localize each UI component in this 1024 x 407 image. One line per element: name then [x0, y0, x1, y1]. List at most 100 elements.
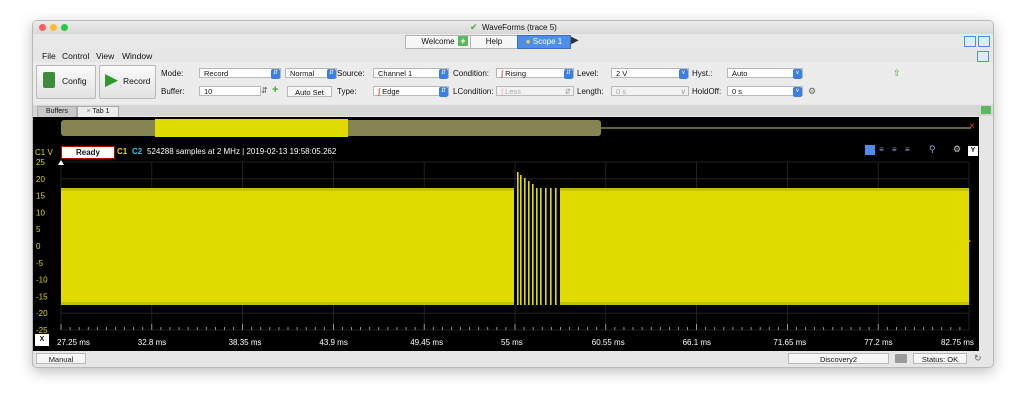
- buffer-value: 10: [204, 87, 213, 96]
- settings-gear-icon[interactable]: ⚙: [953, 144, 961, 155]
- layout-split-icon[interactable]: [978, 36, 990, 47]
- record-play-icon: ▶: [105, 70, 119, 89]
- align-right-icon[interactable]: ≡: [905, 145, 910, 154]
- chevron-down-icon: ∨: [680, 87, 687, 96]
- type-select[interactable]: ∫ Edge ⇵: [373, 86, 449, 97]
- scope-icon: ●: [525, 37, 531, 46]
- trigger-mode-select[interactable]: Normal ⇵: [285, 68, 337, 79]
- menu-control[interactable]: Control: [62, 51, 89, 61]
- y-tick-label: -20: [36, 309, 48, 318]
- menu-file[interactable]: File: [42, 51, 56, 61]
- edge-icon: ∫: [378, 87, 381, 96]
- x-axis-button[interactable]: X: [35, 334, 49, 346]
- waveforms-logo-icon: ✔: [470, 22, 478, 32]
- buffer-stepper-icon[interactable]: ⇵: [261, 86, 268, 95]
- lcondition-select[interactable]: ∫ Less ⇵: [496, 86, 574, 96]
- zoom-icon[interactable]: ⚲: [929, 144, 936, 155]
- close-window-button[interactable]: [39, 24, 46, 31]
- holdoff-input[interactable]: 0 s ∨: [727, 86, 803, 97]
- burst-pulse: [524, 178, 526, 305]
- cursor-icon[interactable]: [865, 145, 875, 155]
- condition-label: Condition:: [453, 69, 490, 78]
- condition-select[interactable]: ∫ Rising ⇵: [496, 68, 574, 79]
- status-label: Status: OK: [921, 355, 959, 364]
- document-tabs: Welcome + Help ● Scope 1 ▶: [33, 34, 993, 49]
- source-value: Channel 1: [378, 69, 413, 78]
- y-axis-button-label: Y: [970, 147, 976, 154]
- rising-edge-icon: ∫: [501, 69, 504, 78]
- buffer-input[interactable]: 10: [199, 86, 261, 96]
- scope-toolbar: Config ▶ Record Mode: Record ⇵ Buffer: 1…: [33, 62, 993, 104]
- holdoff-label: HoldOff:: [692, 87, 722, 96]
- hyst-input[interactable]: Auto ∨: [727, 68, 803, 79]
- y-tick-label: 0: [36, 242, 41, 251]
- x-tick-label: 38.35 ms: [229, 338, 262, 347]
- acquisition-info: 524288 samples at 2 MHz | 2019-02-13 19:…: [147, 147, 337, 156]
- run-triangle-icon[interactable]: ▶: [571, 35, 579, 46]
- chevron-down-icon: ⇵: [271, 69, 280, 79]
- menu-view[interactable]: View: [96, 51, 114, 61]
- status-indicator: Status: OK: [913, 353, 967, 364]
- y-tick-label: 10: [36, 208, 45, 217]
- x-tick-label: 66.1 ms: [683, 338, 711, 347]
- mode-select[interactable]: Record ⇵: [199, 68, 281, 79]
- manual-trigger-label: Manual Trigger: [48, 355, 74, 367]
- scope-plot[interactable]: × 25 20 15 10 5 0 -5 -10 -15 -20 -25 27.25 ms 32.8 …: [33, 117, 979, 365]
- channel-2-badge[interactable]: C2: [132, 147, 142, 156]
- device-selector[interactable]: Discovery2 SN:210321A7F71E #2: [788, 353, 889, 367]
- panel-tabs: Buffers × Tab 1: [33, 105, 993, 118]
- length-input[interactable]: 0 s ∨: [611, 86, 689, 96]
- chevron-down-icon: ⇵: [564, 87, 571, 96]
- acquisition-status-label: Ready: [75, 148, 100, 157]
- chevron-down-icon: ∨: [679, 69, 688, 79]
- burst-pulse: [550, 188, 552, 305]
- add-tab-plus-icon[interactable]: +: [458, 36, 468, 46]
- trigger-arrow-up-icon[interactable]: ⇧: [893, 68, 901, 79]
- record-label: Record: [123, 76, 151, 86]
- chevron-down-icon: ∨: [793, 69, 802, 79]
- menu-bar: File Control View Window: [33, 50, 993, 62]
- add-buffer-icon[interactable]: +: [272, 84, 278, 96]
- refresh-icon[interactable]: ↻: [974, 353, 982, 364]
- x-tick-label: 43.9 ms: [319, 338, 347, 347]
- chevron-down-icon: ⇵: [439, 87, 448, 97]
- burst-pulse: [517, 172, 519, 305]
- tab-scope-1[interactable]: ● Scope 1: [517, 35, 571, 49]
- layout-icon[interactable]: [964, 36, 976, 47]
- y-tick-label: 5: [36, 225, 41, 234]
- tab-buffers-label: Buffers: [45, 108, 69, 115]
- trigger-position-marker[interactable]: [58, 160, 64, 165]
- level-input[interactable]: 2 V ∨: [611, 68, 689, 79]
- y-tick-label: -5: [36, 259, 44, 268]
- hyst-value: Auto: [732, 69, 748, 78]
- y-axis-button[interactable]: Y: [968, 146, 978, 156]
- lcondition-value: Less: [505, 87, 521, 96]
- zoom-window-button[interactable]: [61, 24, 68, 31]
- side-panel-toggle-icon[interactable]: [981, 106, 991, 114]
- source-select[interactable]: Channel 1 ⇵: [373, 68, 449, 79]
- tab-scope-1-label: Scope 1: [532, 37, 563, 46]
- menu-window[interactable]: Window: [122, 51, 152, 61]
- minimize-window-button[interactable]: [50, 24, 57, 31]
- close-overview-icon[interactable]: ×: [969, 121, 975, 132]
- chevron-down-icon: ⇵: [439, 69, 448, 79]
- type-value: Edge: [382, 87, 400, 96]
- record-button[interactable]: ▶ Record: [99, 65, 156, 99]
- config-button[interactable]: Config: [36, 65, 96, 99]
- align-center-icon[interactable]: ≡: [892, 145, 897, 154]
- panel-options-icon[interactable]: [977, 51, 989, 62]
- length-value: 0 s: [616, 87, 627, 96]
- align-left-icon[interactable]: ≡: [879, 145, 884, 154]
- level-label: Level:: [577, 69, 599, 78]
- trigger-options-icon[interactable]: ⚙: [808, 86, 816, 97]
- y-axis: 2520151050-5-10-15-20-25: [36, 158, 48, 335]
- channel-1-badge[interactable]: C1: [117, 147, 127, 156]
- overview-visible-window[interactable]: [155, 119, 348, 137]
- device-icon[interactable]: [895, 354, 907, 363]
- auto-set-button[interactable]: Auto Set: [287, 86, 332, 97]
- tab-help[interactable]: Help: [470, 35, 518, 49]
- auto-set-label: Auto Set: [295, 88, 324, 97]
- manual-trigger-button[interactable]: Manual Trigger: [36, 353, 86, 367]
- channel-axis-label: C1 V: [35, 148, 53, 157]
- burst-pulse: [532, 184, 534, 305]
